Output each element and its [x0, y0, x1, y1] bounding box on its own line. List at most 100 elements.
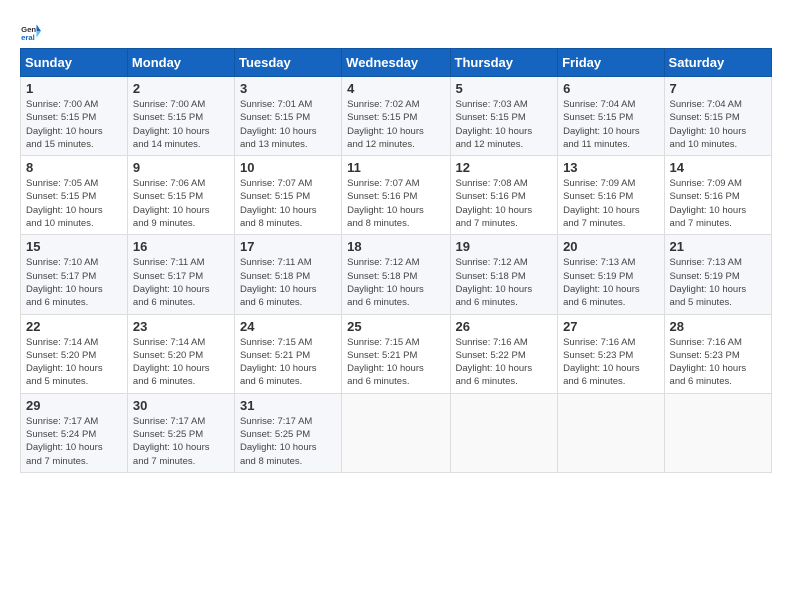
- day-number: 21: [670, 239, 766, 254]
- day-number: 8: [26, 160, 122, 175]
- day-number: 18: [347, 239, 444, 254]
- day-number: 15: [26, 239, 122, 254]
- day-info: Sunrise: 7:16 AM Sunset: 5:22 PM Dayligh…: [456, 336, 553, 389]
- svg-text:eral: eral: [21, 33, 35, 42]
- day-cell: 3 Sunrise: 7:01 AM Sunset: 5:15 PM Daylig…: [234, 77, 341, 156]
- day-cell: 22Sunrise: 7:14 AM Sunset: 5:20 PM Dayli…: [21, 314, 128, 393]
- day-header-tuesday: Tuesday: [234, 49, 341, 77]
- day-cell: 25 Sunrise: 7:15 AM Sunset: 5:21 PM Dayli…: [342, 314, 450, 393]
- day-cell: 6 Sunrise: 7:04 AM Sunset: 5:15 PM Daylig…: [558, 77, 664, 156]
- day-info: Sunrise: 7:14 AM Sunset: 5:20 PM Dayligh…: [133, 336, 229, 389]
- day-cell: 12 Sunrise: 7:08 AM Sunset: 5:16 PM Dayli…: [450, 156, 558, 235]
- week-row-3: 15 Sunrise: 7:10 AM Sunset: 5:17 PM Dayli…: [21, 235, 772, 314]
- day-cell: [342, 393, 450, 472]
- logo-icon: Gen eral: [20, 20, 42, 42]
- day-number: 17: [240, 239, 336, 254]
- week-row-5: 29 Sunrise: 7:17 AM Sunset: 5:24 PM Dayli…: [21, 393, 772, 472]
- day-cell: 13Sunrise: 7:09 AM Sunset: 5:16 PM Dayli…: [558, 156, 664, 235]
- day-cell: 7 Sunrise: 7:04 AM Sunset: 5:15 PM Daylig…: [664, 77, 771, 156]
- day-cell: 11Sunrise: 7:07 AM Sunset: 5:16 PM Dayli…: [342, 156, 450, 235]
- day-number: 24: [240, 319, 336, 334]
- day-cell: [558, 393, 664, 472]
- day-cell: 30 Sunrise: 7:17 AM Sunset: 5:25 PM Dayli…: [127, 393, 234, 472]
- day-info: Sunrise: 7:11 AM Sunset: 5:18 PM Dayligh…: [240, 256, 336, 309]
- day-info: Sunrise: 7:00 AM Sunset: 5:15 PM Dayligh…: [26, 98, 122, 151]
- day-info: Sunrise: 7:11 AM Sunset: 5:17 PM Dayligh…: [133, 256, 229, 309]
- calendar-table: SundayMondayTuesdayWednesdayThursdayFrid…: [20, 48, 772, 473]
- day-number: 28: [670, 319, 766, 334]
- day-info: Sunrise: 7:04 AM Sunset: 5:15 PM Dayligh…: [670, 98, 766, 151]
- day-info: Sunrise: 7:03 AM Sunset: 5:15 PM Dayligh…: [456, 98, 553, 151]
- day-header-saturday: Saturday: [664, 49, 771, 77]
- day-number: 2: [133, 81, 229, 96]
- day-info: Sunrise: 7:16 AM Sunset: 5:23 PM Dayligh…: [563, 336, 658, 389]
- day-info: Sunrise: 7:15 AM Sunset: 5:21 PM Dayligh…: [347, 336, 444, 389]
- logo: Gen eral: [20, 20, 46, 42]
- day-number: 23: [133, 319, 229, 334]
- day-info: Sunrise: 7:04 AM Sunset: 5:15 PM Dayligh…: [563, 98, 658, 151]
- day-info: Sunrise: 7:17 AM Sunset: 5:25 PM Dayligh…: [133, 415, 229, 468]
- day-number: 4: [347, 81, 444, 96]
- day-number: 13: [563, 160, 658, 175]
- day-number: 1: [26, 81, 122, 96]
- day-info: Sunrise: 7:12 AM Sunset: 5:18 PM Dayligh…: [456, 256, 553, 309]
- day-info: Sunrise: 7:17 AM Sunset: 5:25 PM Dayligh…: [240, 415, 336, 468]
- day-cell: 1 Sunrise: 7:00 AM Sunset: 5:15 PM Daylig…: [21, 77, 128, 156]
- day-number: 9: [133, 160, 229, 175]
- day-cell: 5 Sunrise: 7:03 AM Sunset: 5:15 PM Daylig…: [450, 77, 558, 156]
- day-header-friday: Friday: [558, 49, 664, 77]
- day-number: 19: [456, 239, 553, 254]
- day-number: 20: [563, 239, 658, 254]
- day-number: 29: [26, 398, 122, 413]
- day-cell: 29 Sunrise: 7:17 AM Sunset: 5:24 PM Dayli…: [21, 393, 128, 472]
- day-info: Sunrise: 7:05 AM Sunset: 5:15 PM Dayligh…: [26, 177, 122, 230]
- day-number: 12: [456, 160, 553, 175]
- day-number: 22: [26, 319, 122, 334]
- day-number: 7: [670, 81, 766, 96]
- day-info: Sunrise: 7:16 AM Sunset: 5:23 PM Dayligh…: [670, 336, 766, 389]
- day-info: Sunrise: 7:07 AM Sunset: 5:15 PM Dayligh…: [240, 177, 336, 230]
- day-cell: [450, 393, 558, 472]
- day-cell: 14 Sunrise: 7:09 AM Sunset: 5:16 PM Dayli…: [664, 156, 771, 235]
- day-cell: 9 Sunrise: 7:06 AM Sunset: 5:15 PM Daylig…: [127, 156, 234, 235]
- day-number: 14: [670, 160, 766, 175]
- day-cell: 8 Sunrise: 7:05 AM Sunset: 5:15 PM Daylig…: [21, 156, 128, 235]
- day-info: Sunrise: 7:15 AM Sunset: 5:21 PM Dayligh…: [240, 336, 336, 389]
- day-number: 25: [347, 319, 444, 334]
- day-info: Sunrise: 7:01 AM Sunset: 5:15 PM Dayligh…: [240, 98, 336, 151]
- day-cell: 2 Sunrise: 7:00 AM Sunset: 5:15 PM Daylig…: [127, 77, 234, 156]
- day-number: 16: [133, 239, 229, 254]
- day-cell: 20Sunrise: 7:13 AM Sunset: 5:19 PM Dayli…: [558, 235, 664, 314]
- day-cell: 16 Sunrise: 7:11 AM Sunset: 5:17 PM Dayli…: [127, 235, 234, 314]
- day-header-sunday: Sunday: [21, 49, 128, 77]
- day-number: 5: [456, 81, 553, 96]
- day-number: 3: [240, 81, 336, 96]
- day-cell: 19 Sunrise: 7:12 AM Sunset: 5:18 PM Dayli…: [450, 235, 558, 314]
- day-info: Sunrise: 7:09 AM Sunset: 5:16 PM Dayligh…: [670, 177, 766, 230]
- day-cell: 31Sunrise: 7:17 AM Sunset: 5:25 PM Dayli…: [234, 393, 341, 472]
- calendar-header-row: SundayMondayTuesdayWednesdayThursdayFrid…: [21, 49, 772, 77]
- day-cell: 28 Sunrise: 7:16 AM Sunset: 5:23 PM Dayli…: [664, 314, 771, 393]
- day-cell: 23 Sunrise: 7:14 AM Sunset: 5:20 PM Dayli…: [127, 314, 234, 393]
- day-cell: 24 Sunrise: 7:15 AM Sunset: 5:21 PM Dayli…: [234, 314, 341, 393]
- day-info: Sunrise: 7:10 AM Sunset: 5:17 PM Dayligh…: [26, 256, 122, 309]
- day-info: Sunrise: 7:12 AM Sunset: 5:18 PM Dayligh…: [347, 256, 444, 309]
- day-info: Sunrise: 7:02 AM Sunset: 5:15 PM Dayligh…: [347, 98, 444, 151]
- day-number: 6: [563, 81, 658, 96]
- day-info: Sunrise: 7:08 AM Sunset: 5:16 PM Dayligh…: [456, 177, 553, 230]
- day-header-thursday: Thursday: [450, 49, 558, 77]
- day-info: Sunrise: 7:13 AM Sunset: 5:19 PM Dayligh…: [670, 256, 766, 309]
- day-cell: 26Sunrise: 7:16 AM Sunset: 5:22 PM Dayli…: [450, 314, 558, 393]
- day-cell: 4 Sunrise: 7:02 AM Sunset: 5:15 PM Daylig…: [342, 77, 450, 156]
- day-header-monday: Monday: [127, 49, 234, 77]
- day-number: 30: [133, 398, 229, 413]
- day-header-wednesday: Wednesday: [342, 49, 450, 77]
- week-row-4: 22 Sunrise: 7:14 AM Sunset: 5:20 PM Dayli…: [21, 314, 772, 393]
- day-info: Sunrise: 7:06 AM Sunset: 5:15 PM Dayligh…: [133, 177, 229, 230]
- day-cell: [664, 393, 771, 472]
- day-number: 11: [347, 160, 444, 175]
- day-info: Sunrise: 7:00 AM Sunset: 5:15 PM Dayligh…: [133, 98, 229, 151]
- day-info: Sunrise: 7:17 AM Sunset: 5:24 PM Dayligh…: [26, 415, 122, 468]
- day-cell: 21 Sunrise: 7:13 AM Sunset: 5:19 PM Dayli…: [664, 235, 771, 314]
- day-number: 27: [563, 319, 658, 334]
